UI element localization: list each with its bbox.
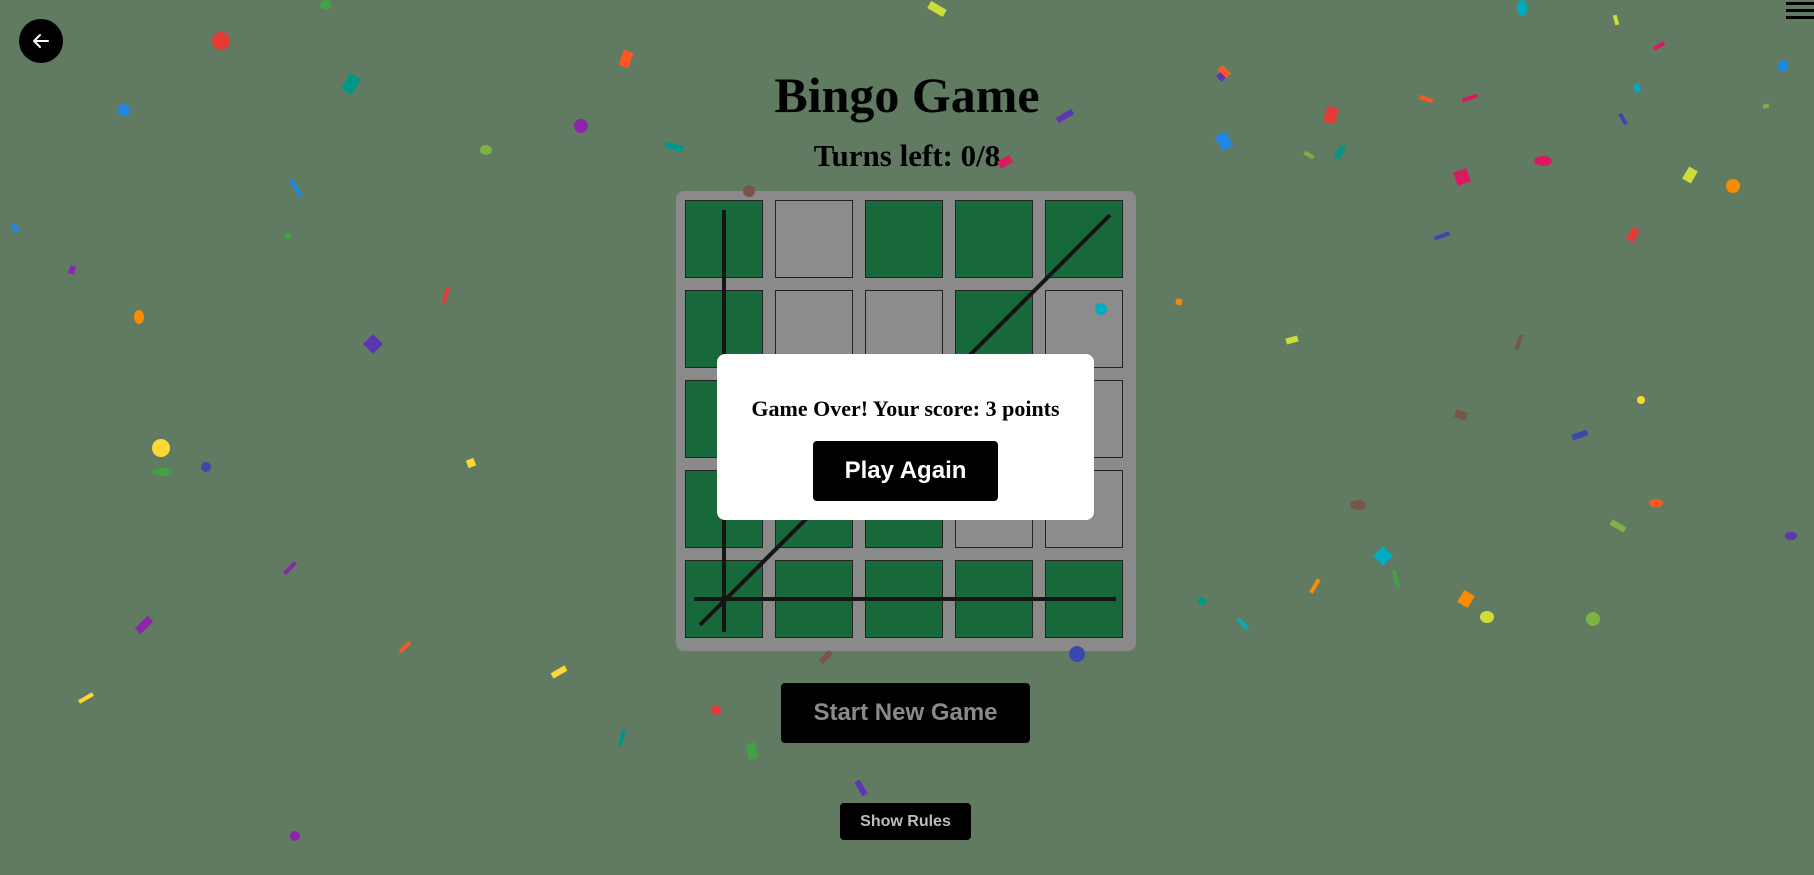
confetti-piece — [152, 468, 172, 476]
confetti-piece — [1236, 617, 1250, 631]
bingo-cell-r1-c3[interactable] — [865, 200, 943, 278]
confetti-piece — [201, 462, 211, 472]
confetti-piece — [398, 640, 412, 654]
confetti-piece — [1612, 14, 1620, 26]
hamburger-menu-icon[interactable] — [1786, 0, 1814, 22]
bingo-cell-r1-c1[interactable] — [685, 200, 763, 278]
confetti-piece — [1457, 589, 1475, 609]
bingo-cell-r1-c2[interactable] — [775, 200, 853, 278]
start-new-game-button[interactable]: Start New Game — [781, 683, 1030, 743]
bingo-cell-r1-c5[interactable] — [1045, 200, 1123, 278]
confetti-piece — [363, 334, 383, 354]
confetti-piece — [1626, 226, 1640, 244]
confetti-piece — [1785, 532, 1797, 540]
confetti-piece — [212, 32, 230, 50]
bingo-cell-r1-c4[interactable] — [955, 200, 1033, 278]
confetti-piece — [1480, 611, 1494, 623]
bingo-cell-r5-c5[interactable] — [1045, 560, 1123, 638]
confetti-piece — [290, 831, 300, 841]
confetti-piece — [927, 1, 947, 17]
confetti-piece — [152, 439, 170, 457]
arrow-left-icon — [33, 34, 49, 48]
page-title: Bingo Game — [774, 67, 1040, 123]
confetti-piece — [1350, 500, 1366, 510]
confetti-piece — [1586, 612, 1600, 626]
confetti-piece — [854, 779, 868, 797]
confetti-piece — [465, 457, 477, 469]
confetti-piece — [711, 705, 721, 715]
confetti-piece — [134, 310, 144, 324]
confetti-piece — [550, 665, 568, 679]
turns-left-label: Turns left: 0/8 — [813, 138, 1001, 173]
confetti-piece — [1198, 597, 1206, 605]
confetti-piece — [1649, 499, 1663, 507]
confetti-piece — [1373, 546, 1393, 566]
confetti-piece — [289, 178, 303, 198]
confetti-piece — [1285, 335, 1299, 345]
confetti-piece — [1175, 298, 1183, 306]
confetti-piece — [67, 265, 77, 275]
confetti-piece — [1517, 0, 1527, 16]
show-rules-button[interactable]: Show Rules — [840, 803, 971, 840]
confetti-piece — [10, 223, 20, 233]
confetti-piece — [745, 741, 759, 761]
confetti-piece — [1391, 569, 1401, 589]
confetti-piece — [1309, 578, 1321, 594]
bingo-cell-r5-c3[interactable] — [865, 560, 943, 638]
back-button[interactable] — [19, 19, 63, 63]
play-again-button[interactable]: Play Again — [813, 441, 998, 501]
game-over-message: Game Over! Your score: 3 points — [751, 396, 1060, 421]
confetti-piece — [282, 560, 298, 576]
confetti-piece — [818, 649, 834, 665]
bingo-cell-r5-c1[interactable] — [685, 560, 763, 638]
confetti-piece — [441, 286, 451, 304]
confetti-piece — [1453, 409, 1469, 421]
confetti-piece — [1571, 429, 1589, 441]
confetti-piece — [134, 615, 154, 635]
confetti-piece — [617, 729, 627, 747]
confetti-piece — [78, 692, 94, 704]
bingo-cell-r5-c4[interactable] — [955, 560, 1033, 638]
confetti-piece — [320, 0, 332, 10]
confetti-piece — [283, 231, 293, 241]
confetti-piece — [1514, 333, 1524, 351]
confetti-piece — [1726, 179, 1740, 193]
confetti-piece — [1609, 519, 1627, 533]
confetti-piece — [1652, 41, 1666, 51]
game-over-modal: Game Over! Your score: 3 points Play Aga… — [717, 354, 1094, 520]
confetti-piece — [1637, 396, 1645, 404]
bingo-cell-r5-c2[interactable] — [775, 560, 853, 638]
confetti-piece — [1433, 231, 1451, 241]
